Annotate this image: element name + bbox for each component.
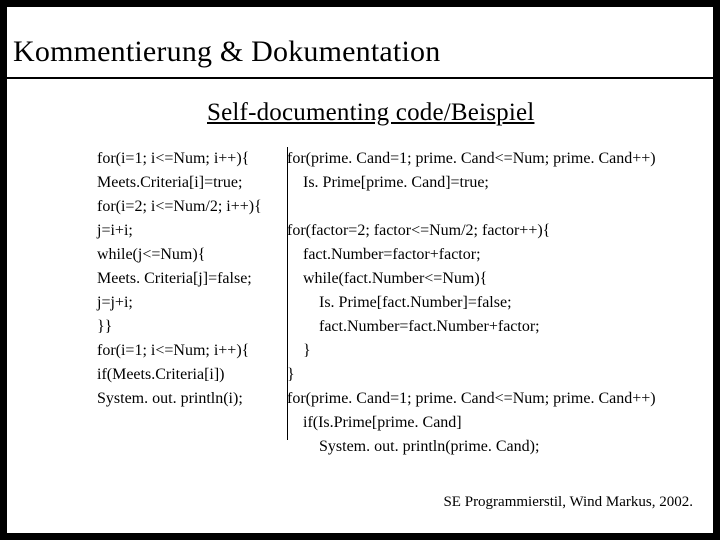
code-row: for(i=2; i<=Num/2; i++){ [97,195,657,219]
slide-footer: SE Programmierstil, Wind Markus, 2002. [443,494,693,511]
code-row: if(Is.Prime[prime. Cand] [97,411,657,435]
slide-subtitle: Self-documenting code/Beispiel [207,99,534,127]
left-code: j=i+i; [97,219,287,243]
code-row: Meets. Criteria[j]=false; while(fact.Num… [97,267,657,291]
left-code [97,435,287,459]
title-underline [7,77,713,79]
code-comparison: for(i=1; i<=Num; i++){for(prime. Cand=1;… [97,147,657,459]
right-code: Is. Prime[fact.Number]=false; [287,291,657,315]
code-row: while(j<=Num){ fact.Number=factor+factor… [97,243,657,267]
right-code: for(prime. Cand=1; prime. Cand<=Num; pri… [287,147,657,171]
code-row: j=j+i; Is. Prime[fact.Number]=false; [97,291,657,315]
left-code: for(i=1; i<=Num; i++){ [97,147,287,171]
slide-title: Kommentierung & Dokumentation [7,35,440,69]
left-code: Meets. Criteria[j]=false; [97,267,287,291]
code-row: for(i=1; i<=Num; i++){for(prime. Cand=1;… [97,147,657,171]
right-code: while(fact.Number<=Num){ [287,267,657,291]
right-code: Is. Prime[prime. Cand]=true; [287,171,657,195]
left-code: }} [97,315,287,339]
code-row: if(Meets.Criteria[i])} [97,363,657,387]
code-row: System. out. println(prime. Cand); [97,435,657,459]
left-code: for(i=1; i<=Num; i++){ [97,339,287,363]
right-code: for(prime. Cand=1; prime. Cand<=Num; pri… [287,387,657,411]
code-row: for(i=1; i<=Num; i++){ } [97,339,657,363]
right-code: for(factor=2; factor<=Num/2; factor++){ [287,219,657,243]
left-code [97,411,287,435]
left-code: System. out. println(i); [97,387,287,411]
code-row: }} fact.Number=fact.Number+factor; [97,315,657,339]
right-code [287,195,657,219]
right-code: fact.Number=fact.Number+factor; [287,315,657,339]
right-code: if(Is.Prime[prime. Cand] [287,411,657,435]
right-code: fact.Number=factor+factor; [287,243,657,267]
code-row: System. out. println(i);for(prime. Cand=… [97,387,657,411]
right-code: System. out. println(prime. Cand); [287,435,657,459]
left-code: while(j<=Num){ [97,243,287,267]
left-code: Meets.Criteria[i]=true; [97,171,287,195]
code-row: Meets.Criteria[i]=true; Is. Prime[prime.… [97,171,657,195]
slide-content: Kommentierung & Dokumentation Self-docum… [7,7,713,533]
left-code: j=j+i; [97,291,287,315]
right-code: } [287,339,657,363]
code-row: j=i+i;for(factor=2; factor<=Num/2; facto… [97,219,657,243]
left-code: if(Meets.Criteria[i]) [97,363,287,387]
right-code: } [287,363,657,387]
left-code: for(i=2; i<=Num/2; i++){ [97,195,287,219]
